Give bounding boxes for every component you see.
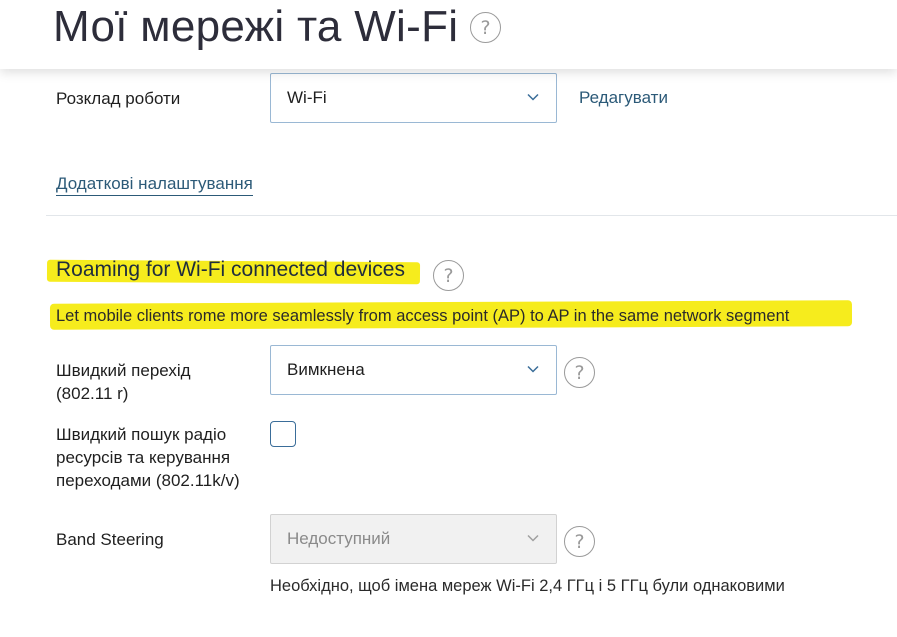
advanced-settings-link[interactable]: Додаткові налаштування — [56, 174, 253, 196]
chevron-down-icon — [527, 534, 539, 542]
fast-transition-label-line1: Швидкий перехід — [56, 361, 191, 380]
question-circle-icon[interactable]: ? — [433, 260, 464, 291]
help-symbol: ? — [443, 264, 454, 287]
roaming-section-title: Roaming for Wi-Fi connected devices — [56, 258, 405, 281]
edit-schedule-link[interactable]: Редагувати — [579, 88, 668, 108]
chevron-down-icon — [527, 93, 539, 101]
fast-transition-select[interactable]: Вимкнена — [270, 345, 557, 395]
question-circle-icon[interactable]: ? — [564, 526, 595, 557]
page-header: Мої мережі та Wi-Fi ? — [0, 0, 897, 69]
fast-transition-select-value: Вимкнена — [287, 360, 365, 379]
page-title: Мої мережі та Wi-Fi — [53, 2, 459, 51]
band-steering-note: Необхідно, щоб імена мереж Wi-Fi 2,4 ГГц… — [270, 577, 785, 595]
help-symbol: ? — [574, 530, 585, 553]
radio-search-label-line2: ресурсів та керування — [56, 448, 231, 467]
fast-transition-label: Швидкий перехід (802.11 r) — [56, 359, 191, 405]
band-steering-select-value: Недоступний — [287, 529, 391, 548]
section-divider — [46, 215, 897, 216]
question-circle-icon[interactable]: ? — [470, 12, 501, 43]
question-circle-icon[interactable]: ? — [564, 357, 595, 388]
help-symbol: ? — [480, 16, 491, 39]
radio-search-label: Швидкий пошук радіо ресурсів та керуванн… — [56, 423, 240, 492]
radio-search-label-line3: переходами (802.11k/v) — [56, 471, 240, 490]
help-symbol: ? — [574, 361, 585, 384]
schedule-select[interactable]: Wi-Fi — [270, 73, 557, 123]
radio-search-checkbox[interactable] — [270, 421, 296, 447]
radio-search-label-line1: Швидкий пошук радіо — [56, 425, 227, 444]
chevron-down-icon — [527, 365, 539, 373]
schedule-select-value: Wi-Fi — [287, 88, 327, 107]
schedule-label: Розклад роботи — [56, 89, 181, 108]
roaming-description: Let mobile clients rome more seamlessly … — [56, 307, 790, 325]
band-steering-select: Недоступний — [270, 514, 557, 564]
band-steering-label: Band Steering — [56, 530, 164, 549]
fast-transition-label-line2: (802.11 r) — [56, 384, 129, 403]
